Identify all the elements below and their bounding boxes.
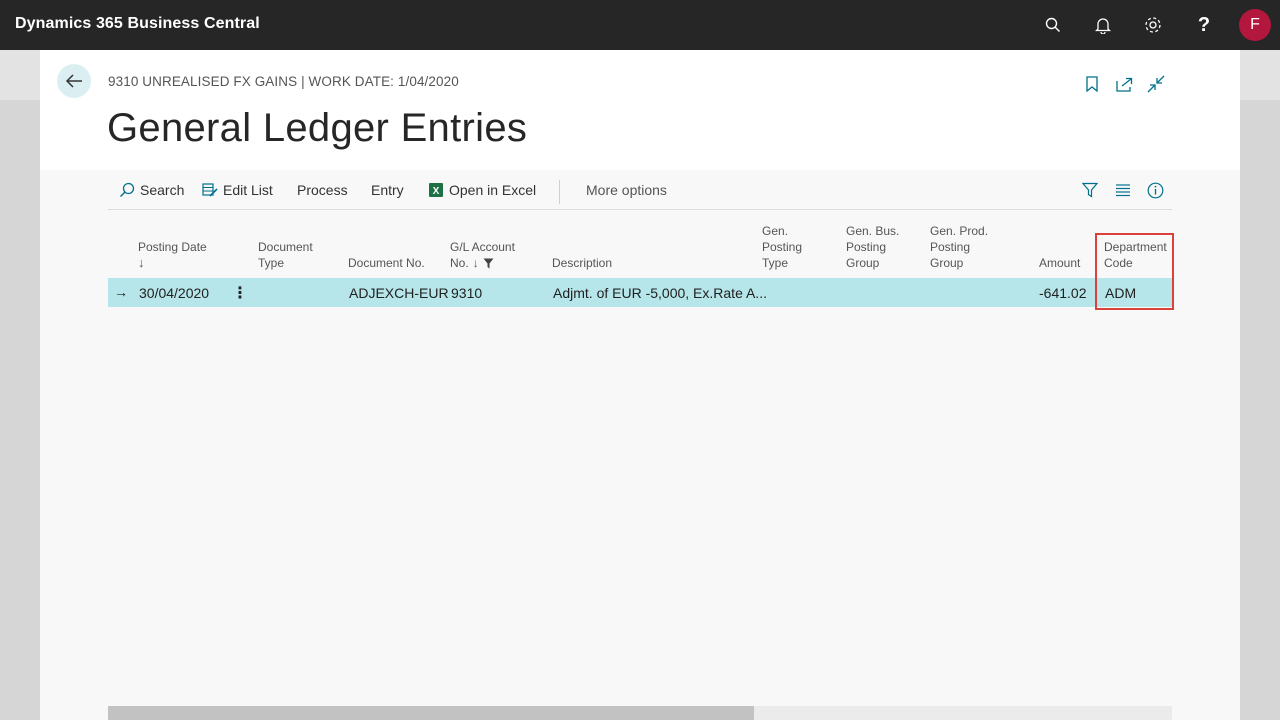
- more-options-button[interactable]: More options: [586, 182, 667, 198]
- app-title[interactable]: Dynamics 365 Business Central: [15, 15, 260, 33]
- column-header-amount[interactable]: Amount: [1039, 255, 1080, 271]
- breadcrumb: 9310 UNREALISED FX GAINS | WORK DATE: 1/…: [108, 74, 459, 89]
- cell-description[interactable]: Adjmt. of EUR -5,000, Ex.Rate A...: [553, 285, 767, 301]
- avatar[interactable]: F: [1239, 9, 1271, 41]
- edit-list-icon: [202, 182, 218, 197]
- top-bar: Dynamics 365 Business Central ? F: [0, 0, 1280, 50]
- column-header-gen-posting-type[interactable]: Gen. Posting Type: [762, 223, 802, 271]
- edit-list-action[interactable]: Edit List: [202, 182, 273, 198]
- cell-posting-date[interactable]: 30/04/2020: [139, 285, 209, 301]
- sort-down-icon: ↓: [138, 255, 145, 270]
- column-header-description[interactable]: Description: [552, 255, 612, 271]
- info-icon[interactable]: [1145, 180, 1165, 200]
- help-icon[interactable]: ?: [1191, 12, 1217, 38]
- search-icon[interactable]: [1040, 12, 1066, 38]
- entry-label: Entry: [371, 182, 404, 198]
- filter-applied-icon: [483, 258, 494, 268]
- arrow-left-icon: [65, 74, 82, 88]
- more-options-label: More options: [586, 182, 667, 198]
- page-header: 9310 UNREALISED FX GAINS | WORK DATE: 1/…: [40, 50, 1240, 170]
- bell-icon[interactable]: [1090, 12, 1116, 38]
- action-separator: [559, 180, 560, 204]
- collapse-icon[interactable]: [1145, 73, 1167, 95]
- filter-icon[interactable]: [1080, 180, 1100, 200]
- column-header-posting-date[interactable]: Posting Date ↓: [138, 239, 207, 271]
- column-header-document-no[interactable]: Document No.: [348, 255, 425, 271]
- open-new-window-icon[interactable]: [1113, 73, 1135, 95]
- horizontal-scrollbar[interactable]: [108, 706, 1172, 720]
- row-menu-ellipsis-icon[interactable]: ⋮: [232, 283, 248, 303]
- page: 9310 UNREALISED FX GAINS | WORK DATE: 1/…: [40, 50, 1240, 720]
- bookmark-icon[interactable]: [1081, 73, 1103, 95]
- open-in-excel-action[interactable]: X Open in Excel: [428, 182, 536, 198]
- process-label: Process: [297, 182, 348, 198]
- gear-icon[interactable]: [1140, 12, 1166, 38]
- row-indicator-arrow-icon: →: [114, 284, 128, 300]
- process-menu[interactable]: Process: [297, 182, 348, 198]
- entry-menu[interactable]: Entry: [371, 182, 404, 198]
- search-action[interactable]: Search: [119, 182, 184, 198]
- scrollbar-thumb[interactable]: [108, 706, 754, 720]
- edit-list-label: Edit List: [223, 182, 273, 198]
- column-header-gen-bus-posting-group[interactable]: Gen. Bus. Posting Group: [846, 223, 899, 271]
- table-row[interactable]: → 30/04/2020 ⋮ ADJEXCH-EUR 9310 Adjmt. o…: [108, 278, 1172, 307]
- search-icon: [120, 182, 135, 197]
- department-code-highlight: [1095, 233, 1174, 310]
- cell-document-no[interactable]: ADJEXCH-EUR: [349, 285, 449, 301]
- cell-gl-account-no[interactable]: 9310: [451, 285, 482, 301]
- cell-amount[interactable]: -641.02: [1039, 285, 1086, 301]
- list-view-icon[interactable]: [1113, 180, 1133, 200]
- search-action-label: Search: [140, 182, 185, 198]
- excel-icon: X: [429, 183, 443, 197]
- column-header-gen-prod-posting-group[interactable]: Gen. Prod. Posting Group: [930, 223, 988, 271]
- sort-down-icon: ↓: [472, 256, 479, 270]
- page-title: General Ledger Entries: [107, 106, 528, 150]
- action-bar: Search Edit List Process Entry X Open in…: [108, 170, 1172, 210]
- back-button[interactable]: [57, 64, 91, 98]
- column-header-gl-account-no[interactable]: G/L Account No. ↓: [450, 239, 515, 271]
- open-in-excel-label: Open in Excel: [449, 182, 537, 198]
- column-header-document-type[interactable]: Document Type: [258, 239, 313, 271]
- svg-text:X: X: [433, 186, 440, 197]
